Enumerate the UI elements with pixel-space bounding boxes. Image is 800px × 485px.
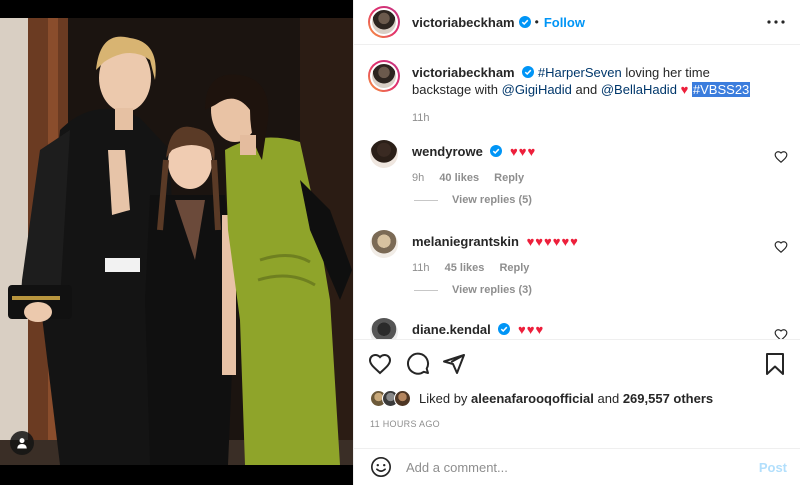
caption-body: victoriabeckham #HarperSeven loving her … xyxy=(412,64,772,127)
more-options-icon xyxy=(767,20,785,24)
comment-bubble-icon[interactable] xyxy=(406,352,430,376)
comment-item: diane.kendal ♥♥♥ xyxy=(368,318,788,339)
verified-badge-icon xyxy=(522,66,535,78)
comment-input[interactable] xyxy=(406,459,736,475)
liker-avatar[interactable] xyxy=(394,390,411,407)
comment-hearts: ♥♥♥ xyxy=(510,144,537,159)
comment-item: melaniegrantskin ♥♥♥♥♥♥ 11h 45 likes Rep… xyxy=(368,230,788,274)
liked-by-row: Liked by aleenafarooqofficial and 269,55… xyxy=(370,390,713,407)
commenter-avatar[interactable] xyxy=(370,140,398,168)
more-options-button[interactable] xyxy=(765,13,787,31)
commenter-avatar[interactable] xyxy=(370,230,398,258)
comment-username[interactable]: diane.kendal xyxy=(412,322,491,337)
follow-button[interactable]: Follow xyxy=(544,15,585,30)
comment-likes-count[interactable]: 45 likes xyxy=(445,262,485,274)
replies-divider-line xyxy=(414,289,438,291)
post-header: victoriabeckham • Follow xyxy=(354,0,800,45)
caption-username[interactable]: victoriabeckham xyxy=(412,65,515,80)
verified-badge-icon xyxy=(498,323,511,335)
header-separator: • xyxy=(534,15,539,29)
comment-like-heart-icon[interactable] xyxy=(774,150,788,164)
comment-item: wendyrowe ♥♥♥ 9h 40 likes Reply xyxy=(368,140,788,184)
comment-hearts: ♥♥♥ xyxy=(518,322,545,337)
post-side-panel: victoriabeckham • Follow victoriabeckham xyxy=(353,0,800,485)
liked-by-prefix: Liked by xyxy=(419,391,468,406)
comment-reply-button[interactable]: Reply xyxy=(494,172,524,184)
comment-like-heart-icon[interactable] xyxy=(774,328,788,339)
liked-by-username[interactable]: aleenafarooqofficial xyxy=(471,391,594,406)
comment-time: 11h xyxy=(412,262,430,274)
hashtag-harperseven[interactable]: #HarperSeven xyxy=(538,65,622,80)
commenter-avatar[interactable] xyxy=(370,318,398,339)
comment-like-heart-icon[interactable] xyxy=(774,240,788,254)
post-photo[interactable] xyxy=(0,0,353,485)
liked-by-and: and xyxy=(597,391,620,406)
like-heart-icon[interactable] xyxy=(368,352,392,376)
author-username[interactable]: victoriabeckham xyxy=(412,15,515,30)
user-tag-button[interactable] xyxy=(10,431,34,455)
likes-count[interactable]: 269,557 others xyxy=(623,391,713,406)
instagram-post: victoriabeckham • Follow victoriabeckham xyxy=(0,0,800,485)
share-plane-icon[interactable] xyxy=(442,352,466,376)
post-actions: Liked by aleenafarooqofficial and 269,55… xyxy=(354,339,800,429)
post-comment-button[interactable]: Post xyxy=(759,460,787,475)
view-replies-label: View replies (3) xyxy=(452,284,532,296)
verified-badge-icon xyxy=(518,16,531,28)
comment-time: 9h xyxy=(412,172,425,184)
verified-badge-icon xyxy=(490,145,503,157)
photo-illustration xyxy=(0,0,353,485)
replies-divider-line xyxy=(414,199,438,201)
author-avatar-image xyxy=(372,10,396,34)
post-timestamp[interactable]: 11 HOURS AGO xyxy=(370,419,440,429)
comment-username[interactable]: wendyrowe xyxy=(412,144,483,159)
caption-author-avatar-image xyxy=(372,64,396,88)
caption-heart-emoji: ♥ xyxy=(680,82,689,97)
add-comment-bar: Post xyxy=(354,448,800,485)
author-avatar[interactable] xyxy=(368,6,400,38)
caption-timestamp: 11h xyxy=(412,112,430,124)
bookmark-icon[interactable] xyxy=(763,352,787,376)
comment-likes-count[interactable]: 40 likes xyxy=(439,172,479,184)
view-replies-button[interactable]: View replies (5) xyxy=(414,194,532,206)
liked-by-text: Liked by aleenafarooqofficial and 269,55… xyxy=(419,391,713,406)
view-replies-label: View replies (5) xyxy=(452,194,532,206)
emoji-smile-icon[interactable] xyxy=(370,456,392,478)
caption-and: and xyxy=(575,82,598,97)
caption-author-avatar[interactable] xyxy=(368,60,400,92)
mention-bellahadid[interactable]: @BellaHadid xyxy=(601,82,677,97)
liked-by-avatars xyxy=(370,390,411,407)
hashtag-vbss23[interactable]: #VBSS23 xyxy=(691,82,751,97)
comment-hearts: ♥♥♥♥♥♥ xyxy=(526,234,579,249)
user-tag-icon xyxy=(17,438,27,449)
view-replies-button[interactable]: View replies (3) xyxy=(414,284,532,296)
post-caption: victoriabeckham #HarperSeven loving her … xyxy=(368,60,788,127)
mention-gigihadid[interactable]: @GigiHadid xyxy=(502,82,572,97)
comment-username[interactable]: melaniegrantskin xyxy=(412,234,519,249)
comment-reply-button[interactable]: Reply xyxy=(499,262,529,274)
